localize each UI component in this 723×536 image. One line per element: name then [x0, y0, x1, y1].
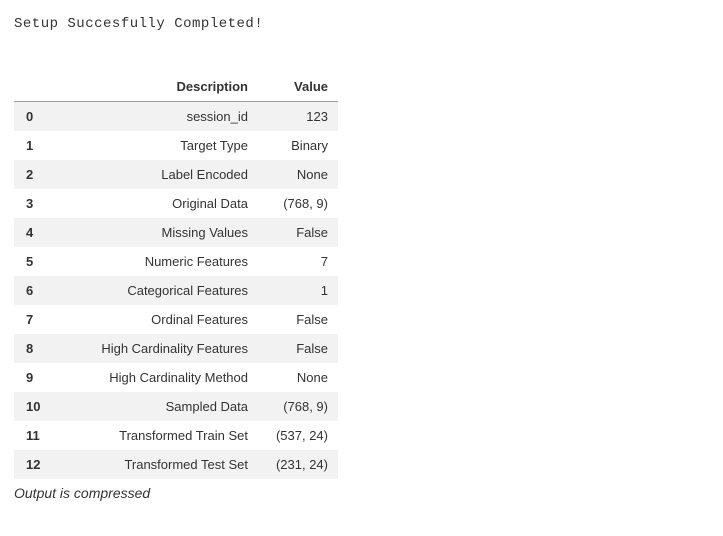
row-description: Sampled Data [58, 392, 258, 421]
row-description: Transformed Train Set [58, 421, 258, 450]
row-description: Missing Values [58, 218, 258, 247]
row-index: 2 [14, 160, 58, 189]
table-row: 12Transformed Test Set(231, 24) [14, 450, 338, 479]
table-row: 0session_id123 [14, 102, 338, 132]
row-description: Target Type [58, 131, 258, 160]
row-index: 10 [14, 392, 58, 421]
table-row: 7Ordinal FeaturesFalse [14, 305, 338, 334]
row-value: Binary [258, 131, 338, 160]
row-index: 8 [14, 334, 58, 363]
setup-complete-heading: Setup Succesfully Completed! [14, 16, 709, 32]
table-row: 4Missing ValuesFalse [14, 218, 338, 247]
row-index: 4 [14, 218, 58, 247]
table-row: 8High Cardinality FeaturesFalse [14, 334, 338, 363]
row-index: 0 [14, 102, 58, 132]
row-value: False [258, 334, 338, 363]
table-row: 3Original Data(768, 9) [14, 189, 338, 218]
table-row: 5Numeric Features7 [14, 247, 338, 276]
row-index: 1 [14, 131, 58, 160]
row-index: 3 [14, 189, 58, 218]
row-description: session_id [58, 102, 258, 132]
row-value: (231, 24) [258, 450, 338, 479]
row-index: 6 [14, 276, 58, 305]
row-index: 9 [14, 363, 58, 392]
row-description: Ordinal Features [58, 305, 258, 334]
row-description: Label Encoded [58, 160, 258, 189]
row-value: (768, 9) [258, 392, 338, 421]
row-value: 1 [258, 276, 338, 305]
row-description: High Cardinality Method [58, 363, 258, 392]
table-row: 9High Cardinality MethodNone [14, 363, 338, 392]
row-value: 123 [258, 102, 338, 132]
output-compressed-note: Output is compressed [14, 485, 709, 501]
row-index: 12 [14, 450, 58, 479]
table-row: 2Label EncodedNone [14, 160, 338, 189]
row-description: Categorical Features [58, 276, 258, 305]
col-header-value: Value [258, 72, 338, 102]
row-value: None [258, 363, 338, 392]
col-header-index [14, 72, 58, 102]
table-row: 1Target TypeBinary [14, 131, 338, 160]
row-description: Transformed Test Set [58, 450, 258, 479]
table-row: 6Categorical Features1 [14, 276, 338, 305]
row-description: Numeric Features [58, 247, 258, 276]
table-row: 11Transformed Train Set(537, 24) [14, 421, 338, 450]
row-value: False [258, 305, 338, 334]
row-index: 7 [14, 305, 58, 334]
row-value: 7 [258, 247, 338, 276]
row-value: None [258, 160, 338, 189]
col-header-description: Description [58, 72, 258, 102]
row-description: Original Data [58, 189, 258, 218]
row-index: 5 [14, 247, 58, 276]
row-value: (768, 9) [258, 189, 338, 218]
row-value: (537, 24) [258, 421, 338, 450]
table-row: 10Sampled Data(768, 9) [14, 392, 338, 421]
row-index: 11 [14, 421, 58, 450]
row-value: False [258, 218, 338, 247]
row-description: High Cardinality Features [58, 334, 258, 363]
setup-output-table: Description Value 0session_id1231Target … [14, 72, 338, 479]
